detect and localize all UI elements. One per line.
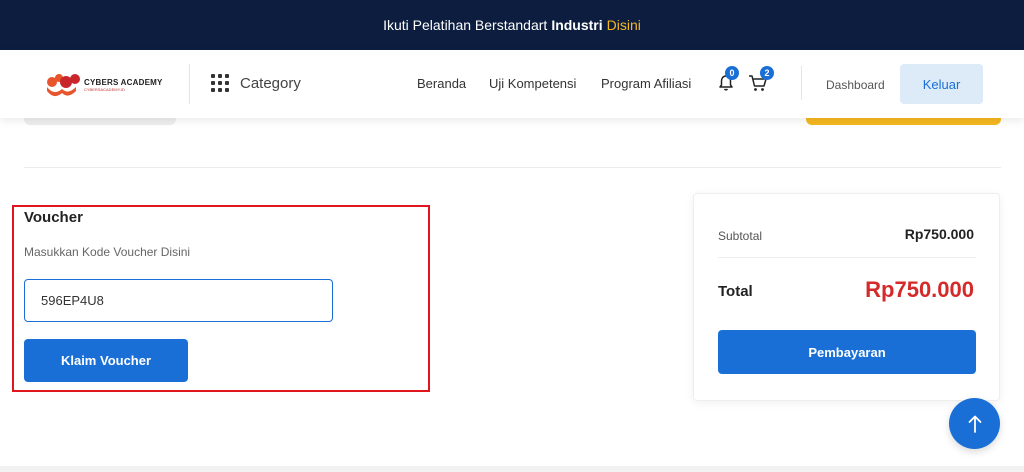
voucher-title: Voucher [24, 209, 83, 226]
notification-button[interactable]: 0 [717, 66, 739, 92]
nav-item-program-afiliasi[interactable]: Program Afiliasi [601, 76, 691, 91]
header-separator [801, 66, 802, 100]
announcement-text: Ikuti Pelatihan Berstandart [383, 17, 548, 33]
logo-subtext: CYBERSACADEMY.ID [84, 87, 125, 92]
dashboard-link[interactable]: Dashboard [826, 78, 885, 92]
cart-button[interactable]: 2 [748, 66, 774, 92]
site-logo[interactable]: CYBERS ACADEMY CYBERSACADEMY.ID [44, 70, 168, 100]
logout-button[interactable]: Keluar [900, 64, 983, 104]
total-label: Total [718, 283, 753, 300]
announcement-link[interactable]: Disini [607, 17, 641, 33]
nav-item-beranda[interactable]: Beranda [417, 76, 466, 91]
voucher-code-input[interactable] [24, 279, 333, 322]
subtotal-value: Rp750.000 [904, 226, 974, 242]
arrow-up-icon [968, 415, 981, 433]
site-header: CYBERS ACADEMY CYBERSACADEMY.ID Category… [0, 50, 1024, 118]
logo-text: CYBERS ACADEMY [84, 78, 163, 87]
header-divider [189, 64, 190, 104]
category-label: Category [240, 74, 301, 92]
cart-count-badge: 2 [760, 66, 774, 80]
claim-voucher-button[interactable]: Klaim Voucher [24, 339, 188, 382]
payment-button[interactable]: Pembayaran [718, 330, 976, 374]
category-menu[interactable]: Category [211, 74, 301, 92]
nav-item-uji-kompetensi[interactable]: Uji Kompetensi [489, 76, 576, 91]
scroll-to-top-button[interactable] [949, 398, 1000, 449]
notification-count-badge: 0 [725, 66, 739, 80]
bottom-strip [0, 466, 1024, 472]
summary-divider [718, 257, 976, 258]
order-summary-card: Subtotal Rp750.000 Total Rp750.000 Pemba… [693, 193, 1000, 401]
total-value: Rp750.000 [865, 277, 974, 302]
announcement-bar: Ikuti Pelatihan Berstandart Industri Dis… [0, 0, 1024, 50]
grid-icon [211, 74, 229, 92]
voucher-hint: Masukkan Kode Voucher Disini [24, 245, 191, 259]
section-divider [24, 167, 1001, 168]
announcement-strong-text: Industri [551, 17, 603, 33]
subtotal-label: Subtotal [718, 229, 763, 243]
